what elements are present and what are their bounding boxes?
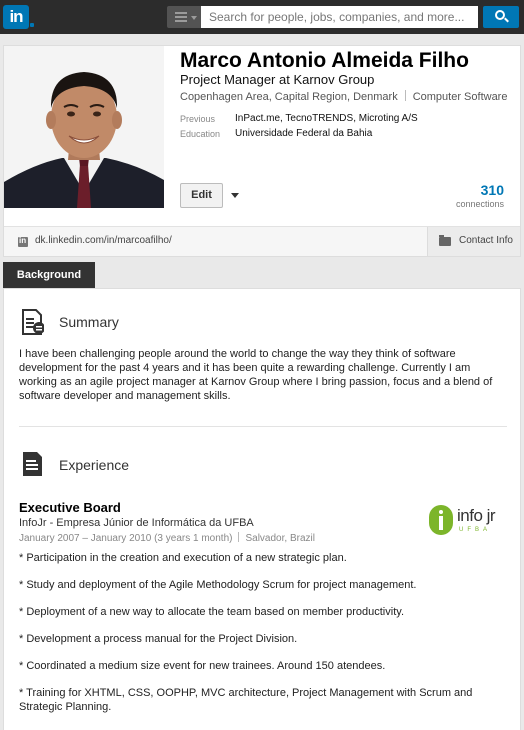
background-section: Summary I have been challenging people a…	[3, 288, 521, 730]
location-industry-row: Copenhagen Area, Capital Region, Denmark…	[180, 90, 507, 103]
menu-icon	[175, 12, 187, 22]
background-tab[interactable]: Background	[3, 262, 95, 288]
contact-info-button[interactable]: Contact Info	[427, 227, 520, 256]
linkedin-logo[interactable]: in	[3, 5, 29, 29]
logo-trademark-dot	[30, 23, 34, 27]
summary-icon	[22, 309, 44, 335]
top-navigation-bar: in	[0, 0, 524, 34]
profile-card-footer: dk.linkedin.com/in/marcoafilho/ Contact …	[4, 226, 520, 256]
company-logo[interactable]: info jr UFBA	[429, 503, 505, 539]
company-logo-subtext: UFBA	[459, 527, 492, 533]
experience-title: Experience	[59, 457, 130, 473]
connections-label: connections	[455, 199, 504, 209]
folder-icon	[439, 235, 451, 246]
search-category-menu-button[interactable]	[167, 6, 201, 28]
job-description: * Participation in the creation and exec…	[19, 551, 514, 727]
profile-photo-image	[4, 46, 164, 208]
previous-value[interactable]: InPact.me, TecnoTRENDS, Microting A/S	[235, 113, 418, 124]
profile-photo[interactable]	[4, 46, 164, 208]
profile-headline: Project Manager at Karnov Group	[180, 72, 375, 87]
profile-industry[interactable]: Computer Software	[413, 91, 508, 103]
separator	[238, 532, 240, 542]
section-divider	[19, 426, 507, 427]
job-bullet: * Development a process manual for the P…	[19, 633, 298, 645]
job-company[interactable]: InfoJr - Empresa Júnior de Informática d…	[19, 517, 254, 529]
job-dates: January 2007 – January 2010 (3 years 1 m…	[19, 533, 233, 544]
contact-info-label: Contact Info	[459, 235, 513, 246]
job-title: Executive Board	[19, 500, 121, 515]
job-bullet: * Deployment of a new way to allocate th…	[19, 606, 404, 618]
experience-icon	[23, 452, 42, 476]
summary-text: I have been challenging people around th…	[19, 348, 493, 402]
search-button[interactable]	[483, 6, 519, 28]
education-value[interactable]: Universidade Federal da Bahia	[235, 128, 372, 139]
profile-name: Marco Antonio Almeida Filho	[180, 49, 469, 72]
chevron-down-icon	[191, 16, 197, 20]
job-bullet: * Training for XHTML, CSS, OOPHP, MVC ar…	[19, 687, 473, 713]
job-location: Salvador, Brazil	[245, 533, 315, 544]
search-input[interactable]	[201, 6, 478, 28]
job-bullet: * Coordinated a medium size event for ne…	[19, 660, 386, 672]
job-dates-location: January 2007 – January 2010 (3 years 1 m…	[19, 532, 315, 544]
education-label: Education	[180, 129, 221, 139]
company-logo-mark	[429, 505, 453, 535]
previous-label: Previous	[180, 114, 216, 124]
separator	[404, 90, 406, 101]
company-logo-text: info jr	[457, 506, 496, 525]
edit-profile-button[interactable]: Edit	[180, 183, 223, 208]
job-bullet: * Study and deployment of the Agile Meth…	[19, 579, 417, 591]
connections-count[interactable]: 310	[481, 182, 504, 198]
chevron-down-icon[interactable]	[231, 193, 239, 198]
public-profile-url[interactable]: dk.linkedin.com/in/marcoafilho/	[35, 235, 172, 246]
profile-card: Marco Antonio Almeida Filho Project Mana…	[3, 45, 521, 257]
job-bullet: * Participation in the creation and exec…	[19, 552, 347, 564]
summary-title: Summary	[59, 314, 119, 330]
linkedin-small-icon	[18, 236, 28, 247]
profile-location[interactable]: Copenhagen Area, Capital Region, Denmark	[180, 91, 398, 103]
search-icon-handle	[504, 17, 509, 23]
